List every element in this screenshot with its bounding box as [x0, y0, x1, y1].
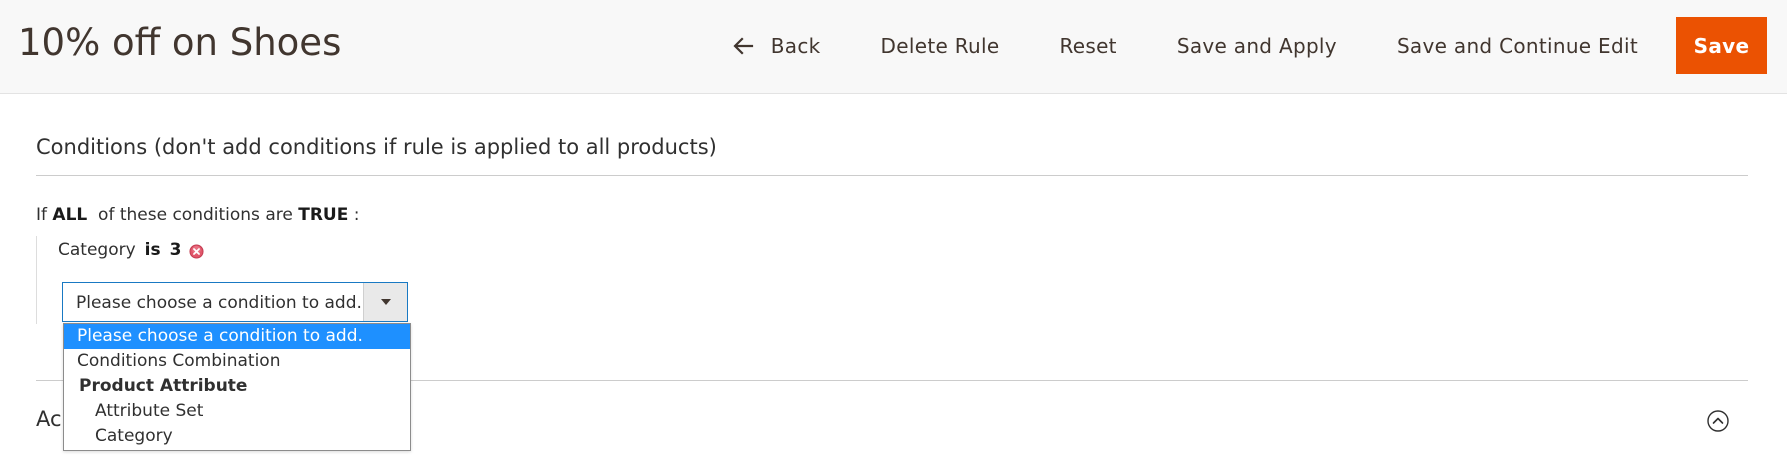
- page-actions: Back Delete Rule Reset Save and Apply Sa…: [702, 17, 1767, 74]
- dropdown-group-product-attribute: Product Attribute: [79, 376, 248, 396]
- condition-item: Category is 3: [58, 240, 204, 260]
- new-condition-select[interactable]: Please choose a condition to add.: [62, 282, 408, 322]
- new-condition-select-value: Please choose a condition to add.: [76, 293, 362, 313]
- save-button[interactable]: Save: [1676, 17, 1767, 74]
- dropdown-option-conditions-combination[interactable]: Conditions Combination: [64, 349, 410, 374]
- arrow-left-icon: [733, 36, 753, 55]
- save-and-continue-edit-button[interactable]: Save and Continue Edit: [1367, 17, 1668, 74]
- conditions-section-title: Conditions (don't add conditions if rule…: [36, 135, 717, 159]
- remove-circle-icon[interactable]: [189, 243, 204, 259]
- section-divider: [36, 175, 1748, 176]
- dropdown-option-category[interactable]: Category: [64, 424, 410, 449]
- save-and-apply-button[interactable]: Save and Apply: [1147, 17, 1367, 74]
- select-arrow-button[interactable]: [363, 283, 407, 321]
- reset-button[interactable]: Reset: [1029, 17, 1146, 74]
- rule-suffix: :: [353, 205, 360, 225]
- rule-middle: of these conditions are: [98, 205, 293, 225]
- caret-down-icon: [380, 299, 391, 305]
- dropdown-option-choose[interactable]: Please choose a condition to add.: [64, 324, 410, 349]
- aggregator-toggle[interactable]: ALL: [52, 205, 87, 225]
- value-toggle[interactable]: TRUE: [298, 205, 348, 225]
- condition-operator[interactable]: is: [145, 240, 161, 260]
- page-header: 10% off on Shoes Back Delete Rule Reset …: [0, 0, 1787, 94]
- condition-dropdown-list: Please choose a condition to add. Condit…: [63, 323, 411, 451]
- back-button[interactable]: Back: [702, 17, 851, 74]
- back-button-label: Back: [770, 33, 821, 58]
- dropdown-option-attribute-set[interactable]: Attribute Set: [64, 399, 410, 424]
- page-title: 10% off on Shoes: [18, 21, 342, 64]
- chevron-up-circle-icon[interactable]: [1707, 410, 1729, 432]
- actions-section-title[interactable]: Ac: [36, 407, 62, 431]
- condition-value[interactable]: 3: [170, 240, 182, 260]
- rule-prefix: If: [36, 205, 47, 225]
- condition-attribute: Category: [58, 240, 136, 260]
- delete-rule-button[interactable]: Delete Rule: [851, 17, 1030, 74]
- condition-tree-line: [36, 236, 37, 324]
- condition-rule-sentence: If ALL of these conditions are TRUE :: [36, 205, 359, 225]
